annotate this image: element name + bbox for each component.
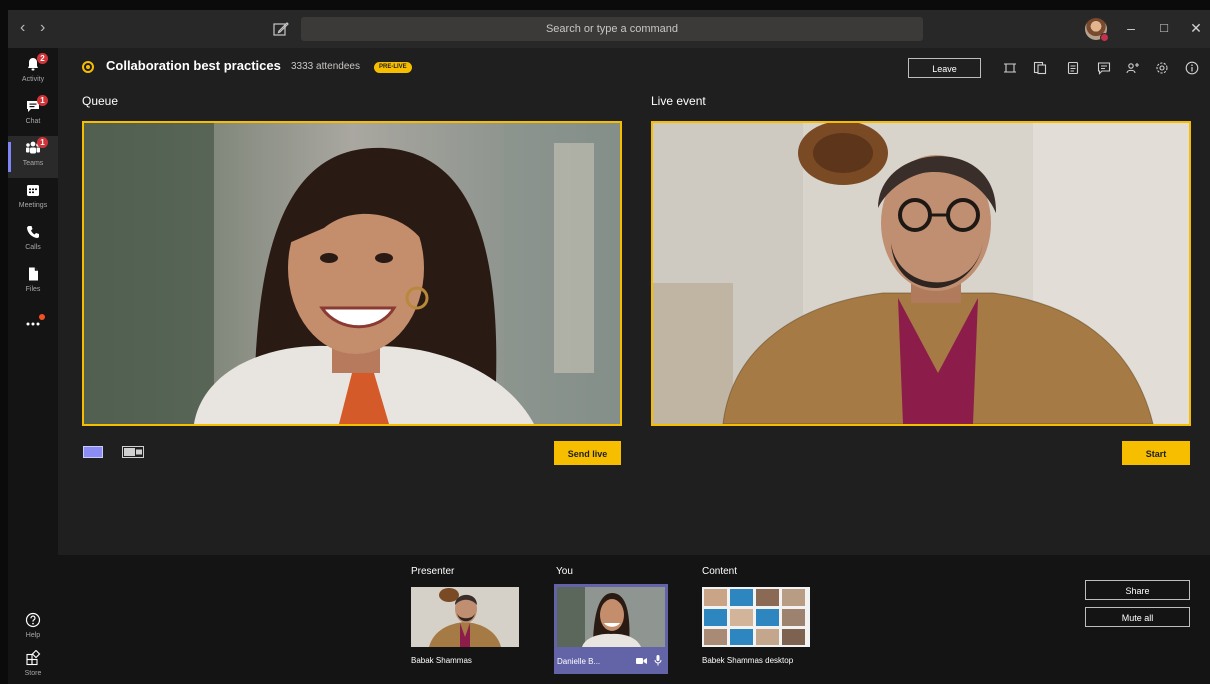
send-live-button[interactable]: Send live <box>554 441 621 465</box>
rail-item-files[interactable]: Files <box>8 262 58 304</box>
search-input[interactable]: Search or type a command <box>301 17 923 41</box>
chevron-right-icon[interactable]: › <box>40 20 45 36</box>
queue-title: Queue <box>82 94 119 108</box>
teams-window: ‹ › Search or type a command – □ ✕ 2 Act… <box>8 10 1210 684</box>
rail-item-label: Teams <box>22 160 44 167</box>
title-bar: ‹ › Search or type a command – □ ✕ <box>8 10 1210 48</box>
live-event-title: Live event <box>651 94 706 108</box>
chat-icon[interactable] <box>1097 61 1111 75</box>
presenter-video-image <box>411 587 519 647</box>
content-label: Content <box>702 566 738 577</box>
add-people-icon[interactable] <box>1126 61 1140 75</box>
rail-item-chat[interactable]: 1 Chat <box>8 94 58 136</box>
queue-video[interactable] <box>82 121 622 426</box>
rail-item-store[interactable]: Store <box>8 646 58 684</box>
content-screen-image <box>702 587 810 647</box>
close-button[interactable]: ✕ <box>1187 19 1205 37</box>
live-event-video[interactable] <box>651 121 1191 426</box>
meeting-notes-icon[interactable] <box>1066 61 1080 75</box>
single-layout-icon[interactable] <box>83 446 103 458</box>
chevron-left-icon[interactable]: ‹ <box>20 20 25 36</box>
activity-badge: 2 <box>37 53 48 64</box>
live-status-icon <box>82 61 94 73</box>
rail-item-label: Store <box>24 670 42 677</box>
you-name: Danielle B... <box>557 657 601 666</box>
microphone-icon[interactable] <box>654 655 662 666</box>
settings-icon[interactable] <box>1155 61 1169 75</box>
phone-icon <box>27 226 39 238</box>
mute-all-button[interactable]: Mute all <box>1085 607 1190 627</box>
rail-item-label: Meetings <box>18 202 48 209</box>
leave-button[interactable]: Leave <box>908 58 981 78</box>
rail-item-label: Chat <box>25 118 41 125</box>
rail-item-help[interactable]: Help <box>8 608 58 650</box>
status-badge: PRE-LIVE <box>374 62 412 73</box>
rail-item-label: Help <box>25 632 41 639</box>
presence-busy-icon <box>1100 33 1109 42</box>
live-event-video-image <box>653 123 1189 424</box>
notes-icon[interactable] <box>1033 61 1047 75</box>
camera-icon[interactable] <box>636 657 647 665</box>
maximize-button[interactable]: □ <box>1155 19 1173 37</box>
chat-badge: 1 <box>37 95 48 106</box>
teams-badge: 1 <box>37 137 48 148</box>
calendar-icon <box>27 185 39 196</box>
rail-item-label: Files <box>25 286 41 293</box>
share-button[interactable]: Share <box>1085 580 1190 600</box>
layout-icon[interactable] <box>1003 61 1017 75</box>
content-name: Babek Shammas desktop <box>702 656 794 665</box>
content-thumbnail[interactable] <box>702 587 810 647</box>
rail-item-meetings[interactable]: Meetings <box>8 178 58 220</box>
presenter-label: Presenter <box>411 566 455 577</box>
info-icon[interactable] <box>1185 61 1199 75</box>
app-bar: 2 Activity 1 Chat 1 Teams Meetings Calls… <box>8 48 58 684</box>
rail-item-more[interactable] <box>8 310 58 352</box>
presenter-thumbnail[interactable] <box>411 587 519 647</box>
you-label: You <box>556 566 573 577</box>
side-by-side-layout-icon[interactable] <box>122 446 144 458</box>
file-icon <box>29 267 38 281</box>
rail-item-label: Activity <box>21 76 45 83</box>
start-button[interactable]: Start <box>1122 441 1190 465</box>
event-title: Collaboration best practices <box>106 58 281 73</box>
you-video-image <box>557 587 665 647</box>
queue-video-image <box>84 123 620 424</box>
minimize-button[interactable]: – <box>1122 19 1140 37</box>
compose-icon[interactable] <box>272 20 290 38</box>
notification-dot <box>39 314 45 320</box>
rail-item-teams[interactable]: 1 Teams <box>8 136 58 178</box>
store-icon <box>26 650 41 666</box>
rail-item-label: Calls <box>25 244 41 251</box>
rail-item-calls[interactable]: Calls <box>8 220 58 262</box>
you-card[interactable]: Danielle B... <box>554 584 668 674</box>
presenter-name: Babak Shammas <box>411 656 472 665</box>
attendee-count: 3333 attendees <box>291 61 360 72</box>
help-icon <box>25 612 41 628</box>
rail-item-activity[interactable]: 2 Activity <box>8 52 58 94</box>
